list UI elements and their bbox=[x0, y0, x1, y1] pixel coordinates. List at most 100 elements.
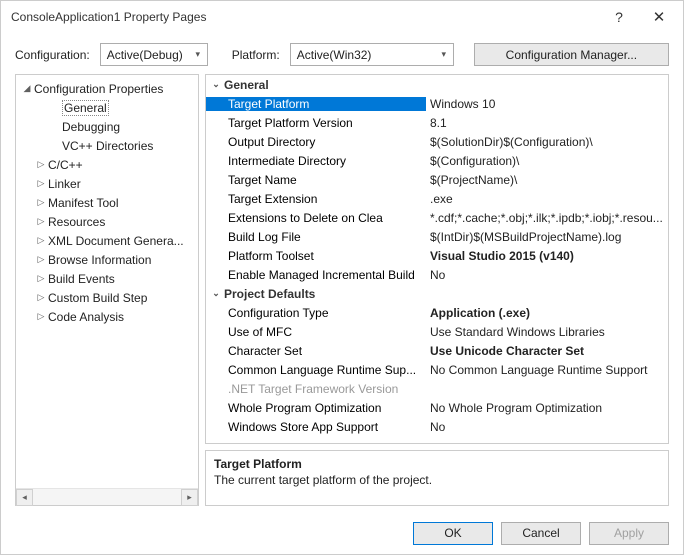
property-name: Target Platform Version bbox=[206, 116, 426, 130]
collapse-icon: ⌄ bbox=[208, 79, 224, 90]
tree-item-label: XML Document Genera... bbox=[48, 234, 184, 248]
config-bar: Configuration: Active(Debug) ▾ Platform:… bbox=[1, 33, 683, 74]
tree-item[interactable]: ▷C/C++ bbox=[16, 155, 198, 174]
property-value[interactable]: $(IntDir)$(MSBuildProjectName).log bbox=[426, 230, 668, 244]
property-value[interactable]: .exe bbox=[426, 192, 668, 206]
expand-icon: ▷ bbox=[34, 292, 48, 303]
property-value[interactable]: Application (.exe) bbox=[426, 306, 668, 320]
grid-row[interactable]: Output Directory$(SolutionDir)$(Configur… bbox=[206, 132, 668, 151]
property-name: Configuration Type bbox=[206, 306, 426, 320]
property-grid[interactable]: ⌄GeneralTarget PlatformWindows 10Target … bbox=[205, 74, 669, 444]
grid-row[interactable]: Whole Program OptimizationNo Whole Progr… bbox=[206, 398, 668, 417]
tree-item-label: Browse Information bbox=[48, 253, 151, 267]
tree-item-label: Code Analysis bbox=[48, 310, 124, 324]
config-tree[interactable]: ◢Configuration Properties GeneralDebuggin… bbox=[15, 74, 199, 506]
configuration-combo[interactable]: Active(Debug) ▾ bbox=[100, 43, 208, 66]
property-description: Target Platform The current target platf… bbox=[205, 450, 669, 506]
expand-icon: ▷ bbox=[34, 159, 48, 170]
grid-group-label: Project Defaults bbox=[224, 287, 315, 301]
tree-root[interactable]: ◢Configuration Properties bbox=[16, 79, 198, 98]
titlebar: ConsoleApplication1 Property Pages ? ✕ bbox=[1, 1, 683, 33]
property-name: Target Platform bbox=[206, 97, 426, 111]
configuration-manager-button[interactable]: Configuration Manager... bbox=[474, 43, 669, 66]
grid-row[interactable]: Configuration TypeApplication (.exe) bbox=[206, 303, 668, 322]
tree-item[interactable]: ▷Browse Information bbox=[16, 250, 198, 269]
property-value[interactable]: Visual Studio 2015 (v140) bbox=[426, 249, 668, 263]
tree-item[interactable]: ▷Linker bbox=[16, 174, 198, 193]
tree-item[interactable]: ▷Custom Build Step bbox=[16, 288, 198, 307]
grid-row[interactable]: Build Log File$(IntDir)$(MSBuildProjectN… bbox=[206, 227, 668, 246]
tree-item-label: C/C++ bbox=[48, 158, 83, 172]
grid-row[interactable]: Common Language Runtime Sup...No Common … bbox=[206, 360, 668, 379]
property-value[interactable]: $(ProjectName)\ bbox=[426, 173, 668, 187]
chevron-down-icon: ▾ bbox=[189, 49, 207, 60]
grid-row[interactable]: Enable Managed Incremental BuildNo bbox=[206, 265, 668, 284]
grid-row[interactable]: Target Extension.exe bbox=[206, 189, 668, 208]
property-value[interactable]: No Common Language Runtime Support bbox=[426, 363, 668, 377]
property-value[interactable]: No bbox=[426, 420, 668, 434]
platform-value: Active(Win32) bbox=[291, 48, 435, 62]
property-name: Common Language Runtime Sup... bbox=[206, 363, 426, 377]
property-pages-dialog: ConsoleApplication1 Property Pages ? ✕ C… bbox=[0, 0, 684, 555]
collapse-icon: ◢ bbox=[20, 83, 34, 94]
tree-item[interactable]: Debugging bbox=[16, 117, 198, 136]
property-name: Extensions to Delete on Clea bbox=[206, 211, 426, 225]
tree-item[interactable]: ▷XML Document Genera... bbox=[16, 231, 198, 250]
grid-row[interactable]: Windows Store App SupportNo bbox=[206, 417, 668, 436]
property-value[interactable]: Use Standard Windows Libraries bbox=[426, 325, 668, 339]
grid-row[interactable]: Use of MFCUse Standard Windows Libraries bbox=[206, 322, 668, 341]
tree-item-label: Build Events bbox=[48, 272, 115, 286]
grid-group-header[interactable]: ⌄Project Defaults bbox=[206, 284, 668, 303]
description-title: Target Platform bbox=[214, 457, 660, 471]
property-name: Target Extension bbox=[206, 192, 426, 206]
platform-combo[interactable]: Active(Win32) ▾ bbox=[290, 43, 454, 66]
scroll-right-icon[interactable]: ▸ bbox=[181, 489, 198, 506]
tree-item-label: General bbox=[62, 100, 109, 116]
window-title: ConsoleApplication1 Property Pages bbox=[11, 10, 599, 24]
tree-item[interactable]: ▷Build Events bbox=[16, 269, 198, 288]
property-value[interactable]: Windows 10 bbox=[426, 97, 668, 111]
tree-item[interactable]: VC++ Directories bbox=[16, 136, 198, 155]
configuration-value: Active(Debug) bbox=[101, 48, 189, 62]
close-button[interactable]: ✕ bbox=[639, 3, 679, 31]
grid-row[interactable]: Platform ToolsetVisual Studio 2015 (v140… bbox=[206, 246, 668, 265]
property-name: Platform Toolset bbox=[206, 249, 426, 263]
property-value[interactable]: No Whole Program Optimization bbox=[426, 401, 668, 415]
property-value[interactable]: 8.1 bbox=[426, 116, 668, 130]
apply-button[interactable]: Apply bbox=[589, 522, 669, 545]
property-name: Character Set bbox=[206, 344, 426, 358]
expand-icon: ▷ bbox=[34, 235, 48, 246]
grid-row[interactable]: Target Name$(ProjectName)\ bbox=[206, 170, 668, 189]
grid-row[interactable]: Target Platform Version8.1 bbox=[206, 113, 668, 132]
expand-icon: ▷ bbox=[34, 254, 48, 265]
property-value[interactable]: No bbox=[426, 268, 668, 282]
grid-row[interactable]: Target PlatformWindows 10 bbox=[206, 94, 668, 113]
tree-root-label: Configuration Properties bbox=[34, 82, 163, 96]
chevron-down-icon: ▾ bbox=[435, 49, 453, 60]
tree-item[interactable]: General bbox=[16, 98, 198, 117]
property-name: Target Name bbox=[206, 173, 426, 187]
tree-item[interactable]: ▷Manifest Tool bbox=[16, 193, 198, 212]
tree-item-label: Linker bbox=[48, 177, 81, 191]
tree-item-label: Custom Build Step bbox=[48, 291, 147, 305]
grid-row[interactable]: .NET Target Framework Version bbox=[206, 379, 668, 398]
tree-hscrollbar[interactable]: ◂ ▸ bbox=[16, 488, 198, 505]
property-name: .NET Target Framework Version bbox=[206, 382, 426, 396]
tree-item[interactable]: ▷Code Analysis bbox=[16, 307, 198, 326]
help-button[interactable]: ? bbox=[599, 3, 639, 31]
property-value[interactable]: *.cdf;*.cache;*.obj;*.ilk;*.ipdb;*.iobj;… bbox=[426, 211, 668, 225]
cancel-button[interactable]: Cancel bbox=[501, 522, 581, 545]
grid-row[interactable]: Character SetUse Unicode Character Set bbox=[206, 341, 668, 360]
property-value[interactable]: $(Configuration)\ bbox=[426, 154, 668, 168]
property-value[interactable]: Use Unicode Character Set bbox=[426, 344, 668, 358]
tree-item-label: Resources bbox=[48, 215, 105, 229]
scroll-left-icon[interactable]: ◂ bbox=[16, 489, 33, 506]
dialog-footer: OK Cancel Apply bbox=[1, 512, 683, 554]
property-name: Windows Store App Support bbox=[206, 420, 426, 434]
grid-row[interactable]: Intermediate Directory$(Configuration)\ bbox=[206, 151, 668, 170]
property-value[interactable]: $(SolutionDir)$(Configuration)\ bbox=[426, 135, 668, 149]
grid-row[interactable]: Extensions to Delete on Clea*.cdf;*.cach… bbox=[206, 208, 668, 227]
ok-button[interactable]: OK bbox=[413, 522, 493, 545]
tree-item[interactable]: ▷Resources bbox=[16, 212, 198, 231]
grid-group-header[interactable]: ⌄General bbox=[206, 75, 668, 94]
